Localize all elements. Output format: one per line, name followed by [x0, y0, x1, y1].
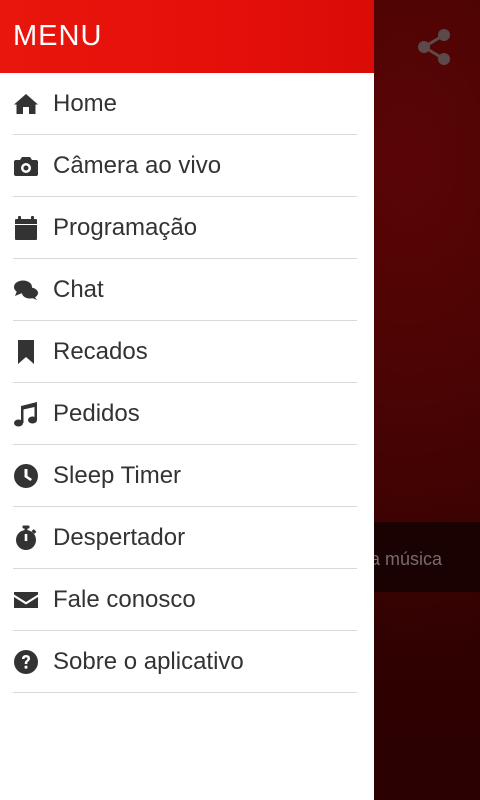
menu-item-sleep-timer[interactable]: Sleep Timer — [13, 445, 357, 507]
camera-icon — [13, 153, 39, 179]
menu-item-home[interactable]: Home — [13, 73, 357, 135]
drawer-title: MENU — [13, 20, 103, 52]
menu-item-despertador[interactable]: Despertador — [13, 507, 357, 569]
menu-item-label: Home — [53, 89, 118, 117]
stopwatch-icon — [13, 525, 39, 551]
drawer-header: MENU — [0, 0, 374, 73]
menu-item-label: Programação — [53, 213, 198, 241]
menu-item-label: Sobre o aplicativo — [53, 647, 244, 675]
bookmark-icon — [13, 339, 39, 365]
menu-item-fale-conosco[interactable]: Fale conosco — [13, 569, 357, 631]
chat-icon — [13, 277, 39, 303]
menu-item-label: Câmera ao vivo — [53, 151, 222, 179]
question-icon — [13, 649, 39, 675]
menu-item-programacao[interactable]: Programação — [13, 197, 357, 259]
menu-item-sobre[interactable]: Sobre o aplicativo — [13, 631, 357, 693]
music-icon — [13, 401, 39, 427]
share-icon[interactable] — [416, 28, 452, 66]
navigation-drawer: MENU Home Câmera ao vivo Programação Cha… — [0, 0, 374, 800]
menu-item-camera[interactable]: Câmera ao vivo — [13, 135, 357, 197]
menu-item-label: Pedidos — [53, 399, 140, 427]
menu-list: Home Câmera ao vivo Programação Chat Rec… — [0, 73, 374, 693]
clock-icon — [13, 463, 39, 489]
menu-item-label: Recados — [53, 337, 148, 365]
menu-item-pedidos[interactable]: Pedidos — [13, 383, 357, 445]
player-bar-text: a música — [370, 549, 443, 569]
menu-item-label: Sleep Timer — [53, 461, 182, 489]
menu-item-label: Fale conosco — [53, 585, 196, 613]
menu-item-chat[interactable]: Chat — [13, 259, 357, 321]
menu-item-recados[interactable]: Recados — [13, 321, 357, 383]
calendar-icon — [13, 215, 39, 241]
envelope-icon — [13, 587, 39, 613]
home-icon — [13, 91, 39, 117]
menu-item-label: Chat — [53, 275, 104, 303]
menu-item-label: Despertador — [53, 523, 186, 551]
